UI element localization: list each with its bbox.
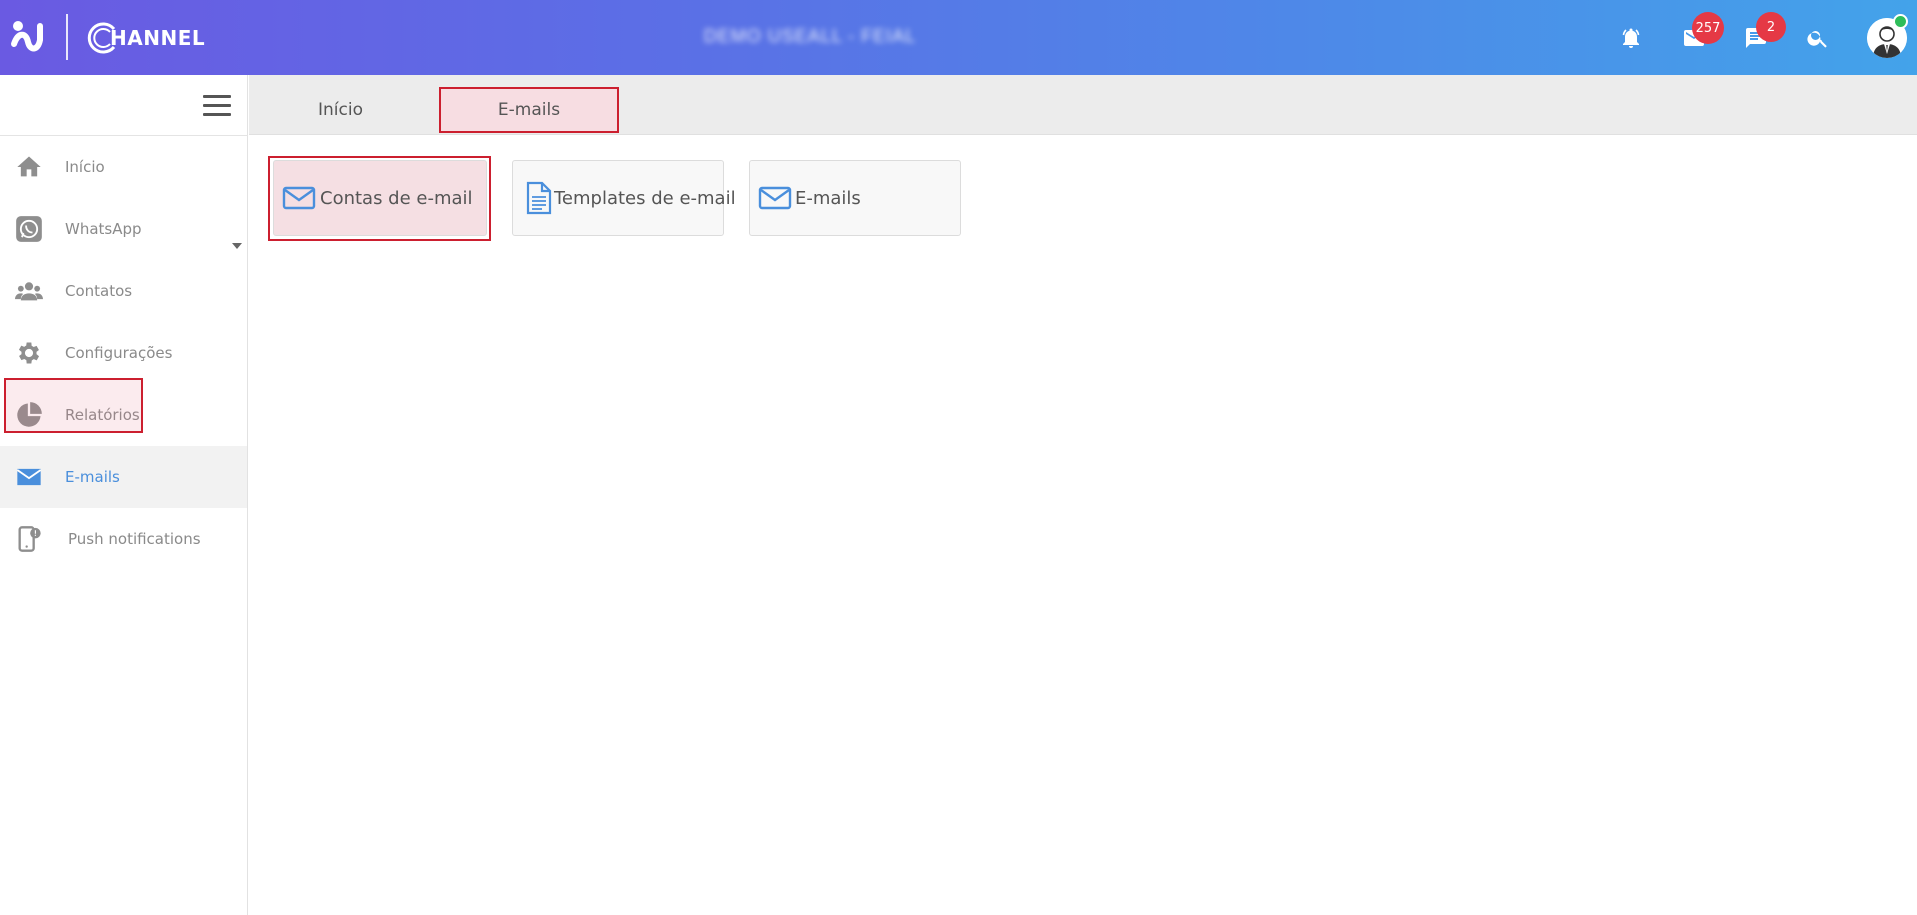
mail-icon[interactable]: 257 (1680, 12, 1724, 52)
whatsapp-icon (14, 214, 44, 244)
sidebar-item-label: E-mails (65, 468, 120, 486)
chat-badge: 2 (1756, 12, 1786, 42)
document-icon (521, 181, 555, 215)
sidebar-item-emails[interactable]: E-mails (0, 446, 247, 508)
gear-icon (14, 338, 44, 368)
sidebar-item-label: WhatsApp (65, 220, 142, 238)
search-icon[interactable] (1804, 24, 1832, 52)
top-bar: HANNEL DEMO USEALL - FEIAL 257 2 (0, 0, 1917, 75)
sidebar-item-label: Início (65, 158, 105, 176)
sidebar-item-inicio[interactable]: Início (0, 136, 247, 198)
logo-divider (66, 14, 68, 60)
channel-logo[interactable]: HANNEL (86, 18, 205, 58)
sidebar-item-label: Push notifications (68, 530, 201, 548)
sidebar: Início WhatsApp Contatos Configurações R… (0, 75, 248, 915)
workspace-title: DEMO USEALL - FEIAL (703, 26, 917, 46)
chevron-down-icon[interactable] (232, 243, 242, 249)
sidebar-item-configuracoes[interactable]: Configurações (0, 322, 247, 384)
envelope-icon (758, 181, 792, 215)
tab-label: E-mails (497, 100, 561, 120)
logo-word: HANNEL (110, 26, 206, 50)
sidebar-item-contatos[interactable]: Contatos (0, 260, 247, 322)
card-label: Templates de e-mail (554, 187, 736, 209)
notifications-bell-icon[interactable] (1617, 24, 1645, 52)
card-label: E-mails (795, 187, 861, 209)
sidebar-item-label: Contatos (65, 282, 133, 300)
tab-label: Início (318, 100, 363, 120)
hamburger-menu-icon[interactable] (203, 95, 233, 117)
envelope-icon (14, 462, 44, 492)
tab-inicio[interactable]: Início (269, 87, 412, 133)
tab-bar: Início E-mails (249, 75, 1917, 135)
tab-emails[interactable]: E-mails (439, 87, 619, 133)
sidebar-item-push-notifications[interactable]: Push notifications (0, 508, 247, 570)
card-templates-de-email[interactable]: Templates de e-mail (512, 160, 736, 236)
home-icon (14, 152, 44, 182)
online-status-dot (1893, 14, 1908, 29)
logo-mark-icon[interactable] (10, 18, 50, 56)
sidebar-item-label: Configurações (65, 344, 173, 362)
mobile-alert-icon (14, 524, 44, 554)
chat-icon[interactable]: 2 (1742, 12, 1786, 52)
contacts-icon (14, 276, 44, 306)
card-emails[interactable]: E-mails (749, 160, 961, 236)
sidebar-item-whatsapp[interactable]: WhatsApp (0, 198, 247, 260)
active-item-highlight (4, 378, 143, 433)
mail-badge: 257 (1692, 12, 1724, 44)
selected-card-outline (268, 156, 491, 241)
